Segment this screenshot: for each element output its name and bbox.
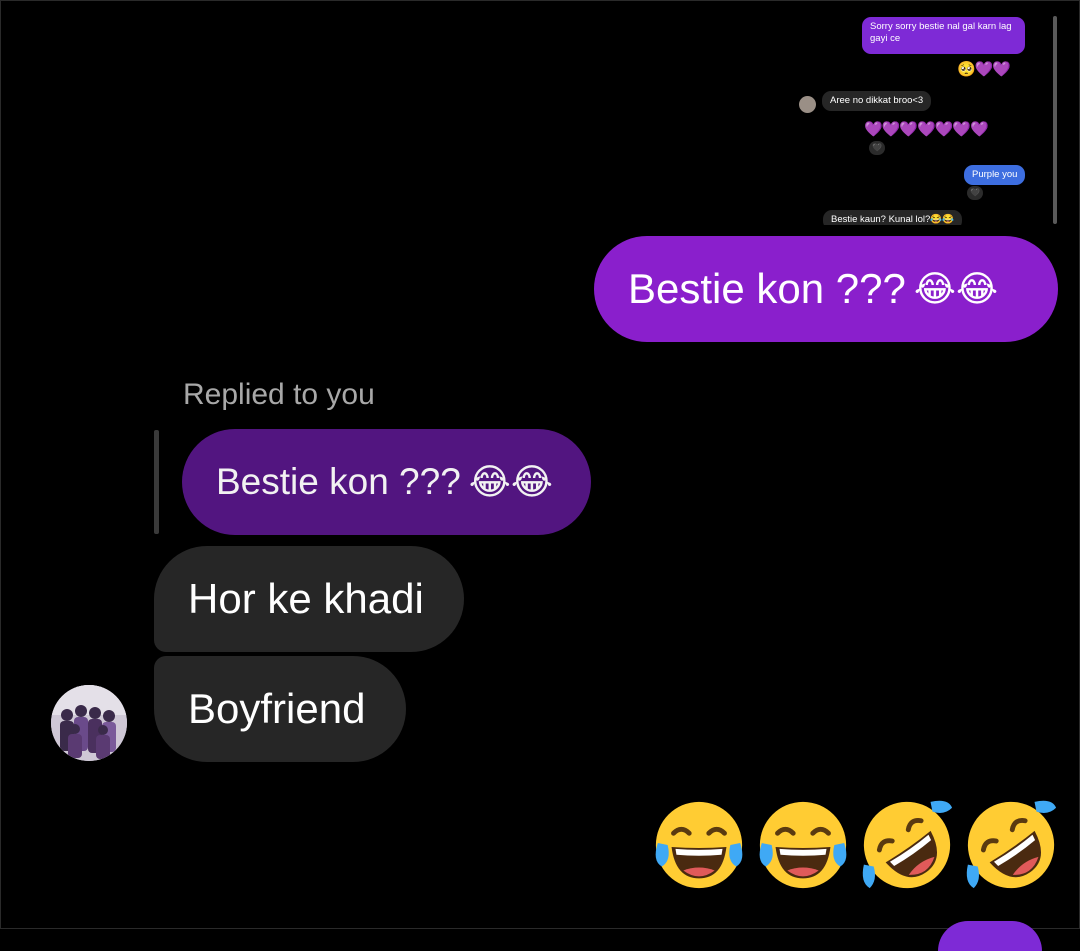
mini-sent-bubble: Sorry sorry bestie nal gal karn lag gayi… [862, 17, 1025, 54]
received-message-bubble[interactable]: Hor ke khadi [154, 546, 464, 652]
received-message-bubble[interactable]: Boyfriend [154, 656, 406, 762]
rolling-on-the-floor-laughing-icon [966, 800, 1057, 889]
mini-avatar [799, 96, 816, 113]
mini-scrollbar [1053, 16, 1057, 224]
face-with-tears-of-joy-icon [759, 801, 847, 889]
sender-avatar[interactable] [51, 685, 127, 761]
rolling-on-the-floor-laughing-icon [862, 800, 953, 889]
mini-purple-bubble: Purple you [964, 165, 1026, 185]
big-emoji-message[interactable] [650, 790, 1060, 900]
mini-emoji-row: 💜💜💜💜💜💜💜 [864, 120, 989, 138]
mini-cut-bubble: Bestie kaun? Kunal lol?😂😂 [823, 210, 962, 225]
laughing-emoji-icon: 😂😂 [468, 461, 553, 503]
laughing-emoji-icon: 😂😂 [913, 268, 999, 310]
mini-reaction: 🖤 [869, 141, 885, 155]
next-message-bubble-peek[interactable] [938, 921, 1042, 951]
mini-reaction: 🖤 [967, 186, 983, 200]
group-photo-icon [51, 685, 127, 761]
shared-screenshot[interactable]: Sorry sorry bestie nal gal karn lag gayi… [790, 10, 1060, 225]
mini-received-bubble: Aree no dikkat broo<3 [822, 91, 932, 111]
reply-indicator-line [154, 430, 159, 534]
received-message-text: Boyfriend [188, 685, 366, 732]
reply-label: Replied to you [183, 378, 375, 411]
received-message-text: Hor ke khadi [188, 575, 424, 622]
sent-message-text: Bestie kon ??? [628, 265, 906, 312]
sent-message-bubble[interactable]: Bestie kon ??? 😂😂 [594, 236, 1058, 342]
quoted-message-bubble[interactable]: Bestie kon ??? 😂😂 [182, 429, 591, 535]
face-with-tears-of-joy-icon [655, 801, 743, 889]
quoted-message-text: Bestie kon ??? [216, 461, 461, 502]
mini-emoji-row: 🥺💜💜 [957, 60, 1011, 78]
